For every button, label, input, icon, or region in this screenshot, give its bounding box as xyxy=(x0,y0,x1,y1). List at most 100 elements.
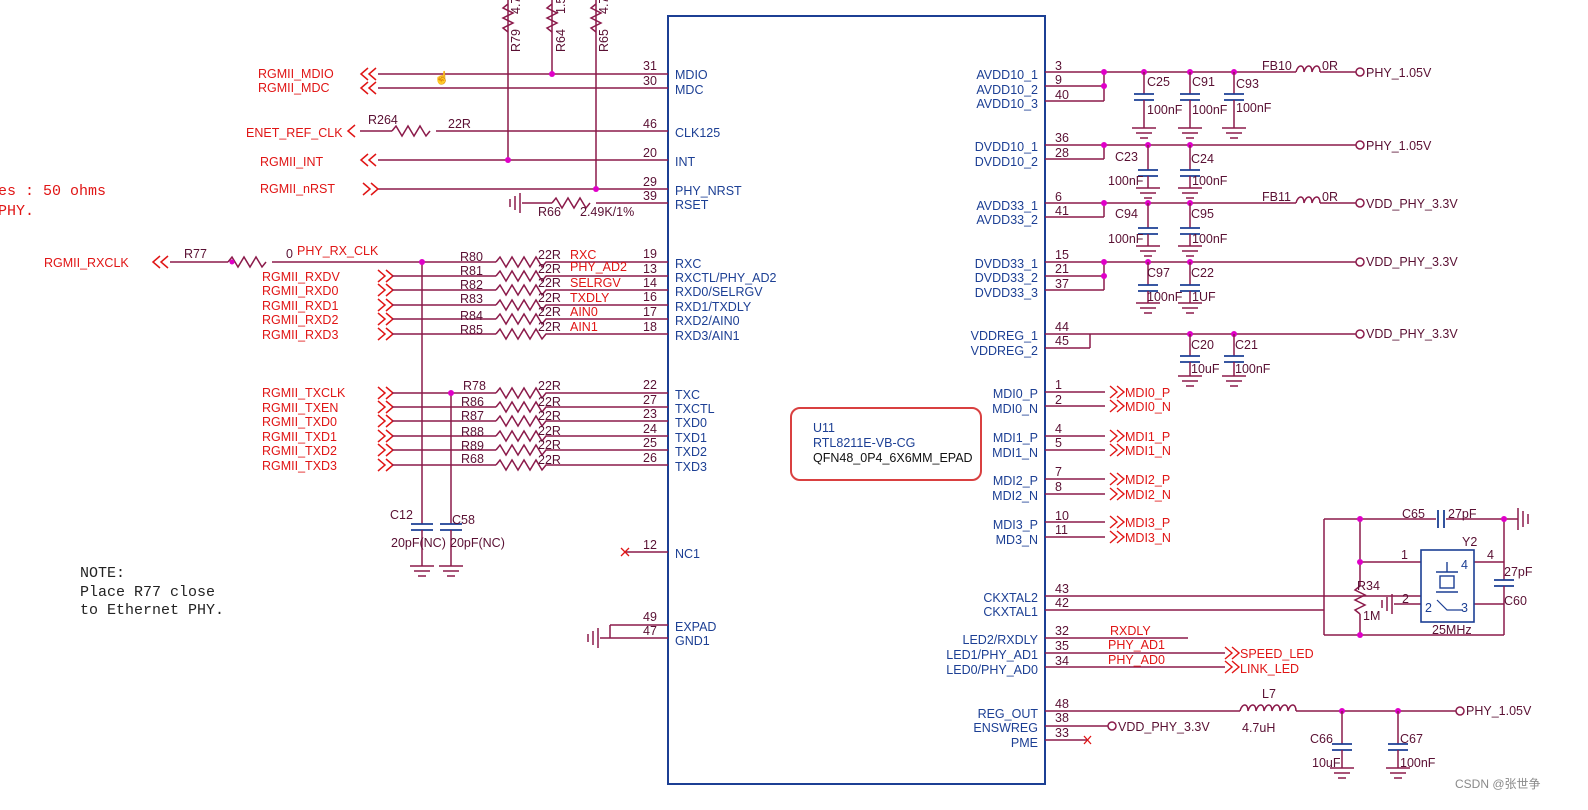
r83-value: 22R xyxy=(538,291,561,305)
pullup-r79: R79 4.7 xyxy=(501,0,523,160)
svg-text:MDI2_N: MDI2_N xyxy=(992,489,1038,503)
r86-ref: R86 xyxy=(461,395,484,409)
svg-text:AVDD33_2: AVDD33_2 xyxy=(976,213,1038,227)
left-pin-clk125: 46 CLK125 xyxy=(610,117,720,140)
right-pin-avdd10-1: 3 AVDD10_1 xyxy=(976,59,1104,82)
r82-net: SELRGV xyxy=(570,276,621,290)
svg-text:PME: PME xyxy=(1011,736,1038,750)
svg-text:DVDD33_1: DVDD33_1 xyxy=(975,257,1038,271)
r89-ref: R89 xyxy=(461,439,484,453)
junction-dot xyxy=(593,186,599,192)
svg-text:VDD_PHY_3.3V: VDD_PHY_3.3V xyxy=(1366,197,1458,211)
net-label: RGMII_TXD3 xyxy=(262,459,337,473)
r77-value: 0 xyxy=(286,247,293,261)
watermark: CSDN @张世争 xyxy=(1455,777,1541,791)
left-note-line-2: PHY. xyxy=(0,203,34,220)
svg-text:27pF: 27pF xyxy=(1504,565,1533,579)
svg-text:C60: C60 xyxy=(1504,594,1527,608)
r81-net: PHY_AD2 xyxy=(570,260,627,274)
c58-ref: C58 xyxy=(452,513,475,527)
pin-name: RXCTL/PHY_AD2 xyxy=(675,271,776,285)
pin-name: INT xyxy=(675,155,696,169)
svg-text:100nF: 100nF xyxy=(1147,103,1183,117)
svg-text:C93: C93 xyxy=(1236,77,1259,91)
r66-ref: R66 xyxy=(538,205,561,219)
pin-number: 29 xyxy=(643,175,657,189)
decoupling-capacitors xyxy=(1134,72,1244,376)
right-pin-avdd33-1: 6 AVDD33_1 xyxy=(976,190,1104,213)
svg-text:C67: C67 xyxy=(1400,732,1423,746)
r66-value: 2.49K/1% xyxy=(580,205,634,219)
pin-name: EXPAD xyxy=(675,620,716,634)
svg-text:MDI1_N: MDI1_N xyxy=(1125,444,1171,458)
svg-text:1UF: 1UF xyxy=(1192,290,1216,304)
svg-text:ENSWREG: ENSWREG xyxy=(973,721,1038,735)
junction-dot xyxy=(549,71,555,77)
svg-text:VDD_PHY_3.3V: VDD_PHY_3.3V xyxy=(1118,720,1210,734)
pin-name: GND1 xyxy=(675,634,710,648)
svg-text:MDI3_P: MDI3_P xyxy=(1125,516,1170,530)
pin-name: TXD0 xyxy=(675,416,707,430)
pin-number: 14 xyxy=(643,276,657,290)
r84-net: AIN0 xyxy=(570,305,598,319)
pin-number: 12 xyxy=(643,538,657,552)
left-pin-int: 20 INT xyxy=(610,146,696,169)
svg-text:MDI2_N: MDI2_N xyxy=(1125,488,1171,502)
svg-text:Y2: Y2 xyxy=(1462,535,1477,549)
crystal-circuit: C65 27pF Y2 27pF C60 R34 1M 25MHz 1 4 2 … xyxy=(1323,507,1533,638)
net-label: RGMII_RXDV xyxy=(262,270,340,284)
note-block: NOTE: Place R77 close to Ethernet PHY. xyxy=(80,565,224,619)
svg-text:VDDREG_2: VDDREG_2 xyxy=(971,344,1038,358)
svg-text:45: 45 xyxy=(1055,334,1069,348)
svg-text:VDD_PHY_3.3V: VDD_PHY_3.3V xyxy=(1366,327,1458,341)
svg-text:DVDD33_2: DVDD33_2 xyxy=(975,271,1038,285)
svg-text:100nF: 100nF xyxy=(1235,362,1271,376)
c12-ref: C12 xyxy=(390,508,413,522)
pullup-r64: R64 1.5 xyxy=(545,0,568,74)
pin-number: 27 xyxy=(643,393,657,407)
svg-text:AVDD10_1: AVDD10_1 xyxy=(976,68,1038,82)
pin-name: TXC xyxy=(675,388,700,402)
right-pin-dvdd10-1: 36 DVDD10_1 xyxy=(975,131,1104,154)
pin-number: 30 xyxy=(643,74,657,88)
svg-text:PHY_1.05V: PHY_1.05V xyxy=(1366,139,1432,153)
right-pin-dvdd33-1: 15 DVDD33_1 xyxy=(975,248,1104,271)
svg-text:4: 4 xyxy=(1055,422,1062,436)
svg-text:MDI0_N: MDI0_N xyxy=(1125,400,1171,414)
net-label: RGMII_TXEN xyxy=(262,401,338,415)
r80-value: 22R xyxy=(538,248,561,262)
svg-text:C66: C66 xyxy=(1310,732,1333,746)
svg-text:100nF: 100nF xyxy=(1192,232,1228,246)
svg-text:LED1/PHY_AD1: LED1/PHY_AD1 xyxy=(946,648,1038,662)
net-label: RGMII_TXCLK xyxy=(262,386,346,400)
svg-text:C95: C95 xyxy=(1191,207,1214,221)
svg-text:PHY_1.05V: PHY_1.05V xyxy=(1366,66,1432,80)
net-label: RGMII_RXD2 xyxy=(262,313,338,327)
svg-text:L7: L7 xyxy=(1262,687,1276,701)
r84-value: 22R xyxy=(538,305,561,319)
net-label: RGMII_RXD3 xyxy=(262,328,338,342)
pin-name: RSET xyxy=(675,198,709,212)
hand-cursor-icon: ☝ xyxy=(434,70,450,86)
svg-text:34: 34 xyxy=(1055,654,1069,668)
r87-value: 22R xyxy=(538,409,561,423)
pin-name: RXC xyxy=(675,257,701,271)
svg-text:PHY_AD0: PHY_AD0 xyxy=(1108,653,1165,667)
schematic-canvas: U11 RTL8211E-VB-CG QFN48_0P4_6X6MM_EPAD … xyxy=(0,0,1541,791)
pin-number: 31 xyxy=(643,59,657,73)
svg-text:0R: 0R xyxy=(1322,190,1338,204)
pin-number: 18 xyxy=(643,320,657,334)
svg-text:2: 2 xyxy=(1402,592,1409,606)
net-label: RGMII_INT xyxy=(260,155,324,169)
svg-text:MD3_N: MD3_N xyxy=(996,533,1038,547)
chip-designator: U11 xyxy=(813,421,835,435)
svg-text:AVDD33_1: AVDD33_1 xyxy=(976,199,1038,213)
svg-text:RXDLY: RXDLY xyxy=(1110,624,1151,638)
svg-text:MDI1_N: MDI1_N xyxy=(992,446,1038,460)
right-pin-mdi3-p: 10 MDI3_P xyxy=(993,509,1105,532)
r78-value: 22R xyxy=(538,379,561,393)
svg-text:4: 4 xyxy=(1487,548,1494,562)
net-label: RGMII_RXCLK xyxy=(44,256,129,270)
right-pin-ckxtal2: 43 CKXTAL2 xyxy=(983,582,1421,605)
svg-text:100nF: 100nF xyxy=(1108,174,1144,188)
